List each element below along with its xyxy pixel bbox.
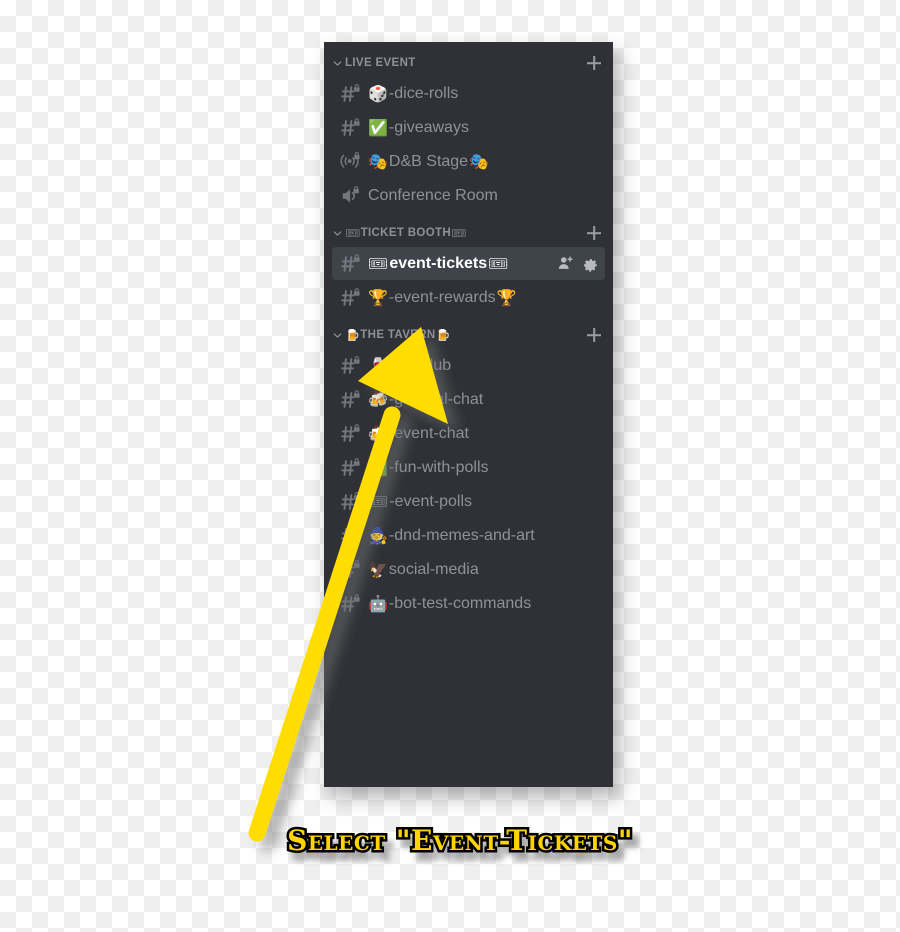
channel-name: 🎭 D&B Stage 🎭	[368, 153, 599, 171]
channel-label: -fun-with-polls	[388, 458, 489, 476]
channel-name: 🍻 -general-chat	[368, 391, 599, 409]
channel-suffix-emoji: 🏆	[496, 288, 517, 307]
create-channel-button-ticket-booth[interactable]	[585, 224, 603, 242]
channel-name: 🎲 -dice-rolls	[368, 85, 599, 103]
voice-locked-icon	[340, 185, 362, 207]
channel-name: 🏆 -event-rewards 🏆	[368, 289, 599, 307]
channel-label: -event-polls	[389, 492, 473, 510]
category-suffix-emoji: 🎟	[451, 227, 467, 239]
channel-emoji: 🍻	[368, 424, 388, 443]
channel-name: 🍻 -event-chat	[368, 425, 599, 443]
channel-emoji: 🎭	[368, 152, 388, 171]
channel-item-dice-rolls[interactable]: 🎲 -dice-rolls	[332, 77, 605, 110]
channel-item-dnd-memes-and-art[interactable]: 🧙 -dnd-memes-and-art	[332, 519, 605, 552]
channel-emoji: 🍻	[368, 390, 388, 409]
hash-locked-icon	[340, 389, 362, 411]
channel-emoji: ✅	[368, 118, 388, 137]
hash-locked-icon	[340, 423, 362, 445]
channel-item-conference-room[interactable]: Conference Room	[332, 179, 605, 212]
channel-label: -dm-club	[388, 356, 452, 374]
channel-label: -event-chat	[388, 424, 469, 442]
chevron-down-icon	[332, 58, 343, 69]
channel-label: social-media	[388, 560, 479, 578]
channel-label: D&B Stage	[388, 152, 469, 170]
category-header-the-tavern[interactable]: 🍺 THE TAVERN 🍺	[324, 322, 613, 348]
channel-name: 🎟 -event-polls	[368, 493, 599, 511]
hash-locked-icon	[340, 593, 362, 615]
channel-suffix-emoji: 🎟	[488, 254, 509, 273]
channel-label: Conference Room	[368, 186, 498, 204]
channel-emoji: 🧙	[368, 526, 388, 545]
channel-name: 🤖 -bot-test-commands	[368, 595, 599, 613]
category-label: 🎟 TICKET BOOTH 🎟	[345, 227, 585, 239]
channel-item-bot-test-commands[interactable]: 🤖 -bot-test-commands	[332, 587, 605, 620]
hash-locked-icon	[340, 287, 362, 309]
category-title: TICKET BOOTH	[360, 227, 452, 239]
channel-actions	[557, 255, 599, 272]
channel-item-event-rewards[interactable]: 🏆 -event-rewards 🏆	[332, 281, 605, 314]
category-title: THE TAVERN	[360, 329, 436, 341]
category-list: LIVE EVENT 🎲 -dice-rolls ✅ -giveaways 🎭 D&…	[324, 50, 613, 620]
channel-emoji: 🍷	[368, 356, 388, 375]
channel-emoji: ✅	[368, 458, 388, 477]
channel-suffix-emoji: 🎭	[469, 152, 489, 171]
channel-label: -general-chat	[388, 390, 484, 408]
annotation-caption: Select "Event-Tickets"	[285, 821, 635, 859]
hash-locked-icon	[340, 253, 362, 275]
category-header-live-event[interactable]: LIVE EVENT	[324, 50, 613, 76]
stage-locked-icon	[340, 151, 362, 173]
channel-name: ✅ -fun-with-polls	[368, 459, 599, 477]
channel-name: 🍷 -dm-club	[368, 357, 599, 375]
channel-label: -bot-test-commands	[388, 594, 532, 612]
channel-item-db-stage[interactable]: 🎭 D&B Stage 🎭	[332, 145, 605, 178]
channel-item-social-media[interactable]: 🦅 social-media	[332, 553, 605, 586]
hash-locked-icon	[340, 559, 362, 581]
discord-channel-sidebar: LIVE EVENT 🎲 -dice-rolls ✅ -giveaways 🎭 D&…	[324, 42, 613, 787]
channel-name: 🎟 event-tickets 🎟	[368, 255, 551, 273]
channel-item-fun-with-polls[interactable]: ✅ -fun-with-polls	[332, 451, 605, 484]
channel-emoji: 🦅	[368, 560, 388, 579]
channel-label: -event-rewards	[388, 288, 496, 306]
add-member-icon[interactable]	[557, 255, 574, 272]
channel-name: Conference Room	[368, 187, 599, 205]
channel-name: 🦅 social-media	[368, 561, 599, 579]
gear-icon[interactable]	[582, 255, 599, 272]
channel-item-event-tickets[interactable]: 🎟 event-tickets 🎟	[332, 247, 605, 280]
category-title: LIVE EVENT	[345, 57, 416, 69]
hash-locked-icon	[340, 525, 362, 547]
create-channel-button-the-tavern[interactable]	[585, 326, 603, 344]
channel-item-event-polls[interactable]: 🎟 -event-polls	[332, 485, 605, 518]
channel-name: 🧙 -dnd-memes-and-art	[368, 527, 599, 545]
channel-item-general-chat[interactable]: 🍻 -general-chat	[332, 383, 605, 416]
channel-emoji: 🎟	[368, 492, 389, 511]
hash-locked-icon	[340, 355, 362, 377]
category-prefix-emoji: 🎟	[345, 227, 361, 239]
channel-label: -giveaways	[388, 118, 469, 136]
channel-item-event-chat[interactable]: 🍻 -event-chat	[332, 417, 605, 450]
hash-locked-icon	[340, 457, 362, 479]
chevron-down-icon	[332, 330, 343, 341]
category-label: 🍺 THE TAVERN 🍺	[345, 329, 585, 341]
hash-locked-icon	[340, 117, 362, 139]
channel-label: -dnd-memes-and-art	[388, 526, 535, 544]
hash-locked-icon	[340, 83, 362, 105]
chevron-down-icon	[332, 228, 343, 239]
channel-label: event-tickets	[389, 254, 488, 272]
category-prefix-emoji: 🍺	[345, 329, 361, 341]
channel-emoji: 🎟	[368, 254, 389, 273]
channel-item-giveaways[interactable]: ✅ -giveaways	[332, 111, 605, 144]
category-suffix-emoji: 🍺	[435, 329, 451, 341]
channel-label: -dice-rolls	[388, 84, 459, 102]
channel-emoji: 🏆	[368, 288, 388, 307]
create-channel-button-live-event[interactable]	[585, 54, 603, 72]
category-header-ticket-booth[interactable]: 🎟 TICKET BOOTH 🎟	[324, 220, 613, 246]
channel-emoji: 🤖	[368, 594, 388, 613]
category-label: LIVE EVENT	[345, 57, 585, 69]
channel-item-dm-club[interactable]: 🍷 -dm-club	[332, 349, 605, 382]
hash-locked-icon	[340, 491, 362, 513]
channel-name: ✅ -giveaways	[368, 119, 599, 137]
channel-emoji: 🎲	[368, 84, 388, 103]
